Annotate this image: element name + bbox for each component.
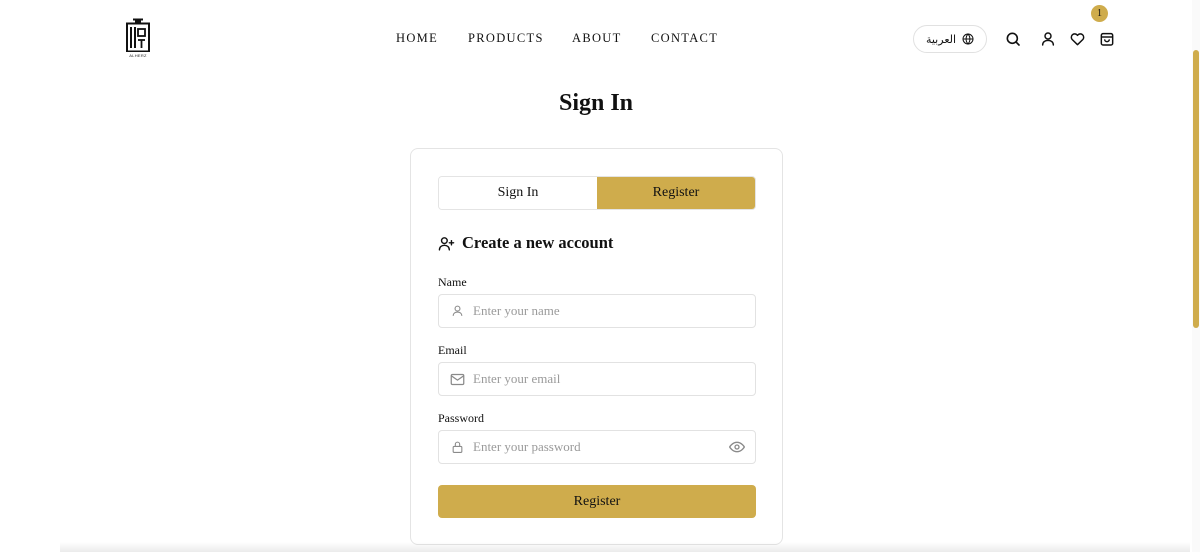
page-scrollbar[interactable] [1192, 0, 1200, 552]
tab-register[interactable]: Register [597, 177, 755, 209]
site-header: ALHERZ HOME PRODUCTS ABOUT CONTACT العرب… [0, 0, 1200, 80]
lock-icon [449, 439, 465, 455]
mail-icon [449, 371, 465, 387]
user-plus-icon [438, 236, 455, 251]
section-heading: Create a new account [438, 233, 613, 253]
section-title: Create a new account [462, 233, 614, 252]
bottom-shadow [60, 542, 1190, 552]
nav-products[interactable]: PRODUCTS [468, 31, 572, 46]
email-label: Email [438, 343, 467, 357]
password-input[interactable] [473, 431, 728, 463]
brand-logo[interactable]: ALHERZ [122, 18, 154, 60]
globe-icon [962, 33, 974, 45]
name-label: Name [438, 275, 467, 289]
nav-about[interactable]: ABOUT [572, 31, 651, 46]
auth-tabs: Sign In Register [438, 176, 756, 210]
nav-contact[interactable]: CONTACT [651, 31, 718, 46]
register-submit-button[interactable]: Register [438, 485, 756, 518]
page-title: Sign In [558, 90, 634, 116]
logo-caption: ALHERZ [129, 53, 147, 58]
logo-icon [126, 18, 150, 52]
name-field [438, 294, 756, 328]
wishlist-button[interactable] [1068, 30, 1086, 48]
cart-button[interactable] [1098, 30, 1116, 48]
nav-home[interactable]: HOME [396, 31, 468, 46]
toggle-password-visibility-button[interactable] [728, 438, 746, 456]
email-field [438, 362, 756, 396]
search-icon [1006, 32, 1020, 46]
main-nav: HOME PRODUCTS ABOUT CONTACT [396, 31, 718, 46]
search-button[interactable] [1004, 30, 1022, 48]
user-icon [1041, 32, 1055, 46]
scrollbar-thumb[interactable] [1193, 50, 1199, 328]
language-label: العربية [925, 32, 957, 46]
eye-icon [729, 441, 745, 453]
account-button[interactable] [1039, 30, 1057, 48]
cart-count-badge: 1 [1091, 5, 1108, 22]
shopping-bag-icon [1100, 32, 1114, 46]
user-icon [449, 303, 465, 319]
heart-icon [1070, 33, 1084, 46]
password-label: Password [438, 411, 485, 425]
email-input[interactable] [473, 363, 755, 395]
tab-sign-in[interactable]: Sign In [439, 177, 597, 209]
language-switch-button[interactable]: العربية [913, 25, 987, 53]
password-field [438, 430, 756, 464]
auth-card: Sign In Register Create a new account Na… [410, 148, 783, 545]
name-input[interactable] [473, 295, 755, 327]
